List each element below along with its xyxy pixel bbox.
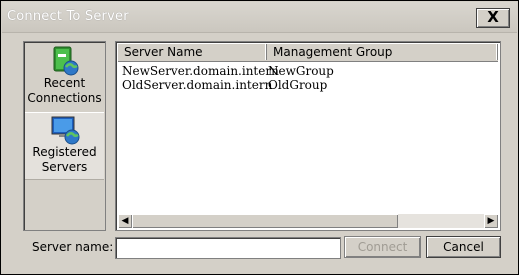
monitor-globe-icon (51, 116, 79, 145)
server-name-cell: NewServer.domain.intern (122, 64, 279, 78)
column-header-server-name[interactable]: Server Name (118, 44, 267, 60)
sidebar-item-registered-servers[interactable]: Registered Servers (25, 112, 104, 180)
connect-button[interactable]: Connect (344, 236, 421, 258)
server-name-cell: OldServer.domain.intern (122, 78, 273, 92)
window-title: Connect To Server (7, 9, 129, 24)
title-bar[interactable]: Connect To Server X (2, 2, 517, 33)
close-icon: X (487, 8, 499, 26)
horizontal-scrollbar[interactable]: ◀ ▶ (118, 214, 498, 228)
server-name-label: Server name: (32, 240, 114, 254)
list-header: Server Name Management Group (118, 44, 498, 62)
server-name-input[interactable] (115, 237, 341, 259)
cancel-button[interactable]: Cancel (426, 236, 501, 258)
management-group-cell: OldGroup (268, 78, 328, 92)
scroll-right-icon[interactable]: ▶ (484, 214, 498, 228)
server-list[interactable]: Server Name Management Group NewServer.d… (115, 41, 501, 231)
sidebar-item-recent-connections[interactable]: Recent Connections (25, 46, 104, 112)
scroll-left-icon[interactable]: ◀ (118, 214, 132, 228)
connect-to-server-dialog: Connect To Server X Recent Connections R… (0, 0, 519, 275)
close-button[interactable]: X (476, 8, 510, 28)
sidebar-item-label: Registered Servers (32, 145, 97, 174)
management-group-cell: NewGroup (268, 64, 334, 78)
scrollbar-thumb[interactable] (132, 214, 398, 228)
sidebar-item-label: Recent Connections (27, 76, 102, 105)
connection-type-sidebar: Recent Connections Registered Servers (23, 41, 106, 231)
column-header-management-group[interactable]: Management Group (267, 44, 498, 60)
recent-book-icon (53, 46, 78, 76)
